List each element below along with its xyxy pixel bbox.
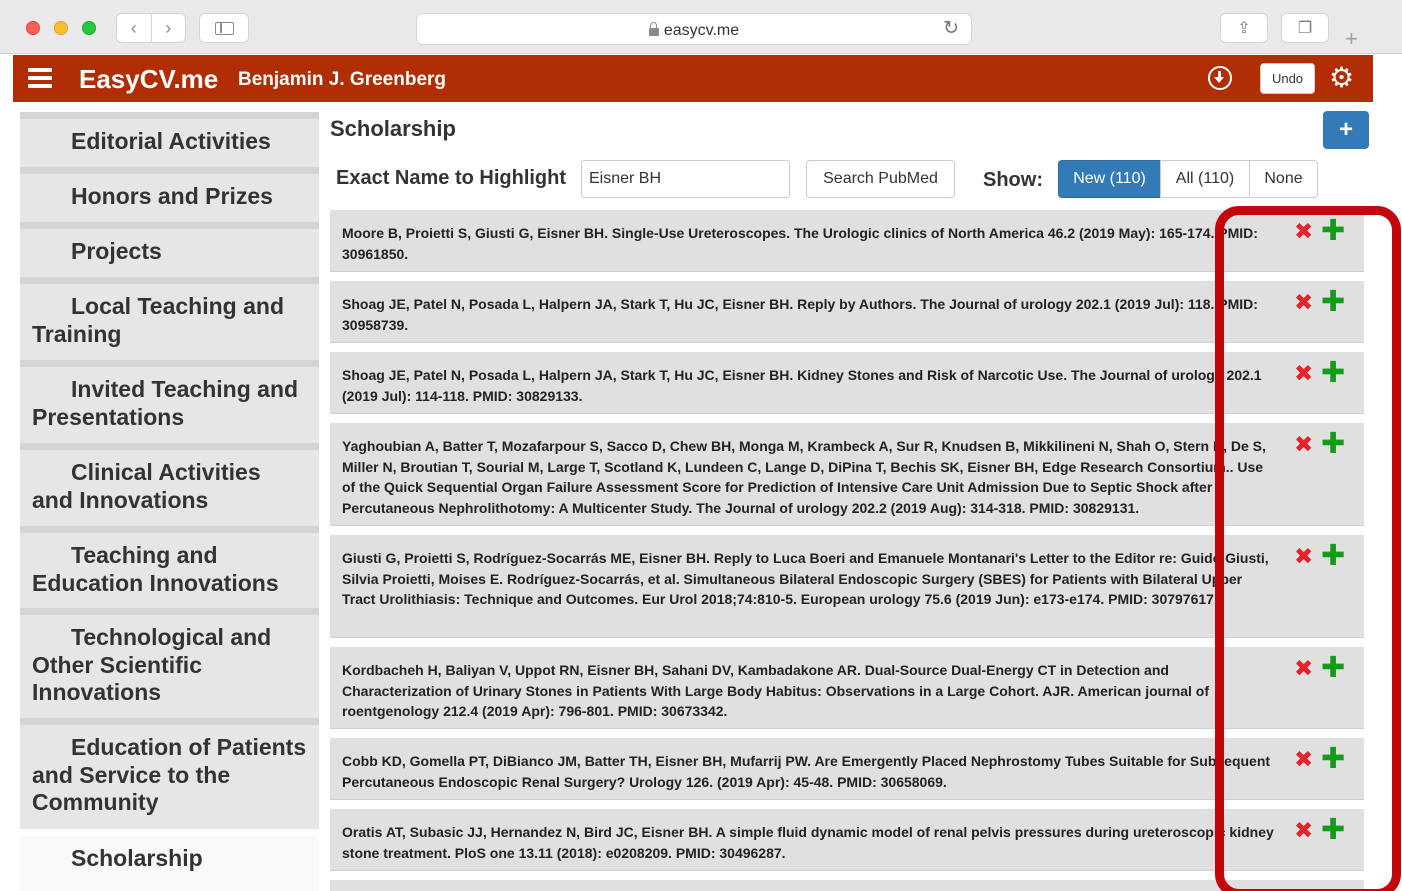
reject-x-icon[interactable]: ✖ <box>1294 655 1313 681</box>
sidebar-item-clinical-activities[interactable]: Clinical Activities and Innovations <box>20 443 319 526</box>
publication-actions: ✖ ✚ <box>1294 217 1345 246</box>
share-button[interactable]: ⇪ <box>1220 13 1268 43</box>
publication-citation: Shoag JE, Patel N, Posada L, Halpern JA,… <box>342 367 1262 404</box>
publication-citation: Oratis AT, Subasic JJ, Hernandez N, Bird… <box>342 824 1274 861</box>
publication-actions: ✖ ✚ <box>1294 654 1345 683</box>
publication-item: Oratis AT, Subasic JJ, Hernandez N, Bird… <box>330 809 1364 871</box>
publication-citation: Giusti G, Proietti S, Rodríguez-Socarrás… <box>342 550 1269 607</box>
sidebar-item-teaching-innovations[interactable]: Teaching and Education Innovations <box>20 526 319 608</box>
publication-item: Moore B, Proietti S, Giusti G, Eisner BH… <box>330 210 1364 272</box>
url-display: easycv.me <box>417 22 971 40</box>
publication-item-partial <box>330 880 1364 891</box>
publication-actions: ✖ ✚ <box>1294 816 1345 845</box>
highlight-name-input[interactable] <box>581 160 790 198</box>
main-content: Scholarship + Exact Name to Highlight Se… <box>319 102 1373 891</box>
sidebar-item-scholarship[interactable]: Scholarship <box>20 829 319 891</box>
sidebar-item-technological-innovations[interactable]: Technological and Other Scientific Innov… <box>20 608 319 718</box>
publication-actions: ✖ ✚ <box>1294 430 1345 459</box>
publication-actions: ✖ ✚ <box>1294 288 1345 317</box>
search-pubmed-button[interactable]: Search PubMed <box>806 160 955 198</box>
accept-plus-icon[interactable]: ✚ <box>1321 217 1345 246</box>
menu-hamburger-icon[interactable] <box>28 68 52 88</box>
publication-item: Cobb KD, Gomella PT, DiBianco JM, Batter… <box>330 738 1364 800</box>
publication-citation: Cobb KD, Gomella PT, DiBianco JM, Batter… <box>342 753 1271 790</box>
sidebar-item-invited-teaching[interactable]: Invited Teaching and Presentations <box>20 360 319 443</box>
accept-plus-icon[interactable]: ✚ <box>1321 359 1345 388</box>
reject-x-icon[interactable]: ✖ <box>1294 746 1313 772</box>
sidebar-item-projects[interactable]: Projects <box>20 222 319 277</box>
publication-citation: Moore B, Proietti S, Giusti G, Eisner BH… <box>342 225 1258 262</box>
app-header: EasyCV.me Benjamin J. Greenberg Undo ⚙ <box>13 55 1373 102</box>
accept-plus-icon[interactable]: ✚ <box>1321 654 1345 683</box>
publication-citation: Kordbacheh H, Baliyan V, Uppot RN, Eisne… <box>342 662 1209 719</box>
zoom-window-icon[interactable] <box>82 21 96 35</box>
back-arrow-icon[interactable]: ‹ <box>117 14 152 42</box>
publication-citation: Yaghoubian A, Batter T, Mozafarpour S, S… <box>342 438 1266 516</box>
close-window-icon[interactable] <box>26 21 40 35</box>
publication-actions: ✖ ✚ <box>1294 542 1345 571</box>
publication-item: Yaghoubian A, Batter T, Mozafarpour S, S… <box>330 423 1364 526</box>
sidebar-item-honors-and-prizes[interactable]: Honors and Prizes <box>20 167 319 222</box>
add-entry-button[interactable]: + <box>1323 111 1369 149</box>
publication-citation: Shoag JE, Patel N, Posada L, Halpern JA,… <box>342 296 1258 333</box>
reload-icon[interactable]: ↻ <box>943 17 959 40</box>
accept-plus-icon[interactable]: ✚ <box>1321 745 1345 774</box>
publication-item: Kordbacheh H, Baliyan V, Uppot RN, Eisne… <box>330 647 1364 729</box>
publication-actions: ✖ ✚ <box>1294 359 1345 388</box>
address-bar[interactable]: easycv.me ↻ <box>416 13 972 45</box>
sidebar-item-editorial-activities[interactable]: Editorial Activities <box>20 112 319 167</box>
page-title: Scholarship <box>330 116 456 141</box>
tab-overview-button[interactable]: ❐ <box>1281 13 1329 43</box>
person-name: Benjamin J. Greenberg <box>238 69 447 90</box>
sidebar-item-patient-education[interactable]: Education of Patients and Service to the… <box>20 718 319 829</box>
filter-all-button[interactable]: All (110) <box>1160 160 1250 198</box>
filter-new-button[interactable]: New (110) <box>1058 160 1161 198</box>
sidebar-icon <box>215 22 234 35</box>
publication-actions: ✖ ✚ <box>1294 745 1345 774</box>
publication-item: Shoag JE, Patel N, Posada L, Halpern JA,… <box>330 281 1364 343</box>
share-icon: ⇪ <box>1237 20 1251 37</box>
undo-button[interactable]: Undo <box>1260 63 1315 94</box>
reject-x-icon[interactable]: ✖ <box>1294 289 1313 315</box>
new-tab-plus-icon[interactable]: + <box>1345 26 1358 52</box>
reject-x-icon[interactable]: ✖ <box>1294 543 1313 569</box>
browser-chrome: ‹ › easycv.me ↻ ⇪ ❐ + <box>0 0 1402 54</box>
sidebar-toggle-button[interactable] <box>199 13 249 43</box>
sidebar-item-local-teaching[interactable]: Local Teaching and Training <box>20 277 319 360</box>
tabs-icon: ❐ <box>1297 20 1313 37</box>
reject-x-icon[interactable]: ✖ <box>1294 360 1313 386</box>
show-filter-label: Show: <box>983 169 1043 191</box>
filter-none-button[interactable]: None <box>1249 160 1318 198</box>
forward-arrow-icon[interactable]: › <box>152 14 186 42</box>
highlight-name-label: Exact Name to Highlight <box>336 167 567 189</box>
publication-item: Shoag JE, Patel N, Posada L, Halpern JA,… <box>330 352 1364 414</box>
brand-logo[interactable]: EasyCV.me <box>79 64 218 95</box>
url-text: easycv.me <box>663 22 740 39</box>
lock-icon <box>648 22 659 36</box>
accept-plus-icon[interactable]: ✚ <box>1321 816 1345 845</box>
history-nav: ‹ › <box>116 13 186 43</box>
accept-plus-icon[interactable]: ✚ <box>1321 288 1345 317</box>
accept-plus-icon[interactable]: ✚ <box>1321 430 1345 459</box>
reject-x-icon[interactable]: ✖ <box>1294 817 1313 843</box>
reject-x-icon[interactable]: ✖ <box>1294 431 1313 457</box>
gear-icon[interactable]: ⚙ <box>1329 62 1354 94</box>
publication-item: Giusti G, Proietti S, Rodríguez-Socarrás… <box>330 535 1364 638</box>
download-icon[interactable] <box>1208 66 1232 90</box>
section-sidebar: Editorial Activities Honors and Prizes P… <box>13 102 319 891</box>
minimize-window-icon[interactable] <box>54 21 68 35</box>
reject-x-icon[interactable]: ✖ <box>1294 218 1313 244</box>
accept-plus-icon[interactable]: ✚ <box>1321 542 1345 571</box>
